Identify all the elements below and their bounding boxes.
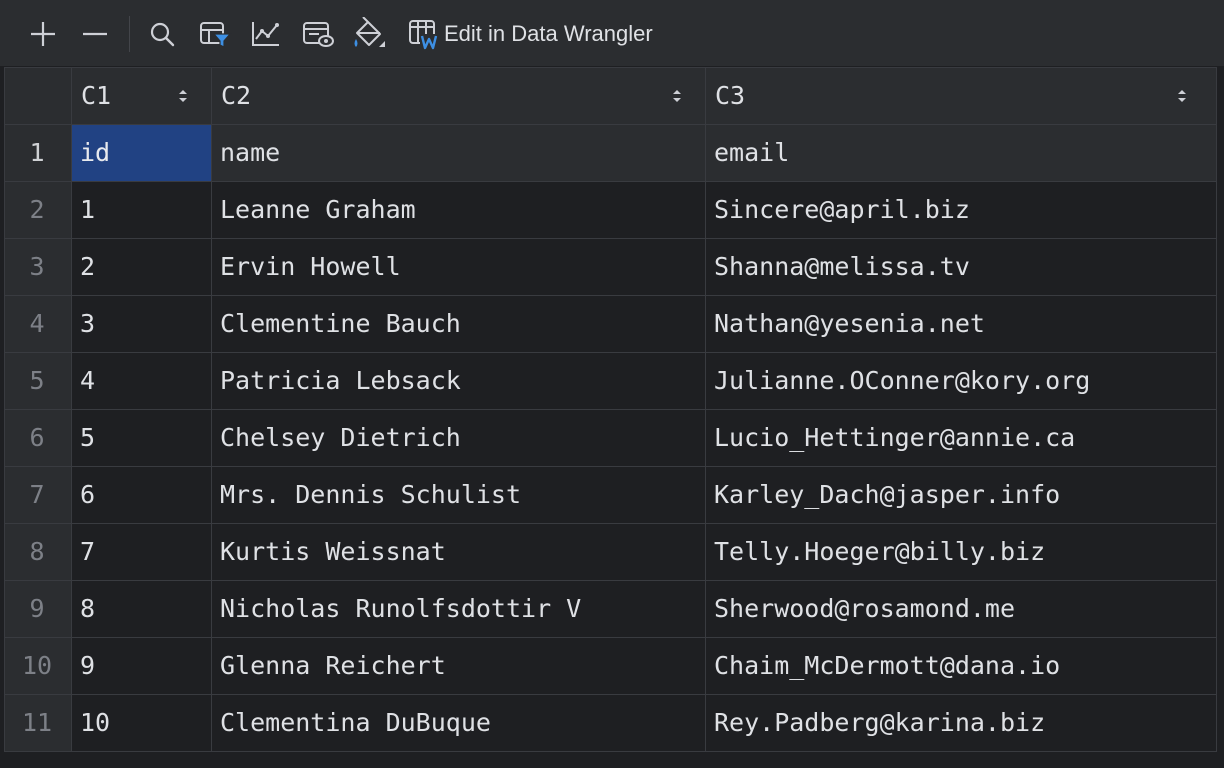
table-row: 4 3 Clementine Bauch Nathan@yesenia.net: [4, 295, 1217, 353]
toolbar-separator: [129, 16, 130, 52]
grid-cell-c1[interactable]: id: [71, 124, 212, 182]
row-number[interactable]: 9: [4, 580, 72, 638]
row-number[interactable]: 4: [4, 295, 72, 353]
search-icon: [150, 22, 175, 47]
view-button[interactable]: [298, 14, 338, 54]
grid-cell-c2[interactable]: Ervin Howell: [211, 238, 706, 296]
edit-in-data-wrangler-label: Edit in Data Wrangler: [444, 21, 653, 46]
table-row: 11 10 Clementina DuBuque Rey.Padberg@kar…: [4, 694, 1217, 752]
paint-bucket-icon: [354, 17, 385, 47]
minus-icon: [83, 32, 107, 36]
grid-cell-c2[interactable]: Leanne Graham: [211, 181, 706, 239]
grid-cell-c3[interactable]: Sincere@april.biz: [705, 181, 1217, 239]
chart-button[interactable]: [246, 14, 286, 54]
column-header-c3[interactable]: C3: [705, 67, 1217, 125]
add-row-button[interactable]: [23, 14, 63, 54]
table-view-icon: [303, 22, 334, 47]
table-row: 1 id name email: [4, 124, 1217, 182]
grid-cell-c3[interactable]: Sherwood@rosamond.me: [705, 580, 1217, 638]
filter-icon: [200, 22, 232, 48]
grid-cell-c1[interactable]: 5: [71, 409, 212, 467]
grid-cell-c3[interactable]: Telly.Hoeger@billy.biz: [705, 523, 1217, 581]
grid-cell-c3[interactable]: Shanna@melissa.tv: [705, 238, 1217, 296]
grid-cell-c3[interactable]: Karley_Dach@jasper.info: [705, 466, 1217, 524]
grid-cell-c2[interactable]: Kurtis Weissnat: [211, 523, 706, 581]
column-header-label: C2: [221, 81, 252, 110]
grid-cell-c3[interactable]: Chaim_McDermott@dana.io: [705, 637, 1217, 695]
column-header-c1[interactable]: C1: [71, 67, 212, 125]
remove-row-button[interactable]: [75, 14, 115, 54]
grid-corner: [4, 67, 72, 125]
row-number[interactable]: 1: [4, 124, 72, 182]
grid-cell-c1[interactable]: 2: [71, 238, 212, 296]
row-number[interactable]: 11: [4, 694, 72, 752]
column-header-label: C1: [81, 81, 112, 110]
grid-cell-c1[interactable]: 10: [71, 694, 212, 752]
table-row: 5 4 Patricia Lebsack Julianne.OConner@ko…: [4, 352, 1217, 410]
table-row: 10 9 Glenna Reichert Chaim_McDermott@dan…: [4, 637, 1217, 695]
sort-icon[interactable]: [671, 87, 683, 105]
row-number[interactable]: 10: [4, 637, 72, 695]
grid-cell-c3[interactable]: Lucio_Hettinger@annie.ca: [705, 409, 1217, 467]
sort-icon[interactable]: [177, 87, 189, 105]
filter-button[interactable]: [195, 14, 235, 54]
grid-cell-c2[interactable]: Glenna Reichert: [211, 637, 706, 695]
grid-cell-c1[interactable]: 7: [71, 523, 212, 581]
edit-in-data-wrangler-button[interactable]: Edit in Data Wrangler: [406, 14, 653, 54]
column-header-c2[interactable]: C2: [211, 67, 706, 125]
grid-cell-c2[interactable]: Patricia Lebsack: [211, 352, 706, 410]
grid-cell-c2[interactable]: Clementine Bauch: [211, 295, 706, 353]
grid-cell-c2[interactable]: Clementina DuBuque: [211, 694, 706, 752]
table-row: 6 5 Chelsey Dietrich Lucio_Hettinger@ann…: [4, 409, 1217, 467]
data-grid: C1 C2 C3 1 id name email 2 1 Leanne Grah…: [4, 67, 1217, 752]
grid-cell-c3[interactable]: Rey.Padberg@karina.biz: [705, 694, 1217, 752]
grid-cell-c2[interactable]: Chelsey Dietrich: [211, 409, 706, 467]
data-wrangler-icon: [409, 20, 438, 50]
grid-cell-c3[interactable]: Nathan@yesenia.net: [705, 295, 1217, 353]
grid-cell-c2[interactable]: Nicholas Runolfsdottir V: [211, 580, 706, 638]
header-row: C1 C2 C3: [4, 67, 1217, 125]
row-number[interactable]: 8: [4, 523, 72, 581]
grid-cell-c3[interactable]: Julianne.OConner@kory.org: [705, 352, 1217, 410]
column-header-label: C3: [715, 81, 746, 110]
grid-cell-c2[interactable]: Mrs. Dennis Schulist: [211, 466, 706, 524]
row-number[interactable]: 2: [4, 181, 72, 239]
grid-cell-c1[interactable]: 9: [71, 637, 212, 695]
plus-icon: [31, 22, 55, 46]
grid-cell-c3[interactable]: email: [705, 124, 1217, 182]
grid-cell-c1[interactable]: 3: [71, 295, 212, 353]
row-number[interactable]: 7: [4, 466, 72, 524]
grid-cell-c1[interactable]: 8: [71, 580, 212, 638]
grid-cell-c1[interactable]: 4: [71, 352, 212, 410]
toolbar: Edit in Data Wrangler: [0, 0, 1224, 67]
row-number[interactable]: 5: [4, 352, 72, 410]
paint-button[interactable]: [350, 14, 390, 54]
table-row: 2 1 Leanne Graham Sincere@april.biz: [4, 181, 1217, 239]
table-row: 7 6 Mrs. Dennis Schulist Karley_Dach@jas…: [4, 466, 1217, 524]
grid-cell-c2[interactable]: name: [211, 124, 706, 182]
table-row: 3 2 Ervin Howell Shanna@melissa.tv: [4, 238, 1217, 296]
table-row: 8 7 Kurtis Weissnat Telly.Hoeger@billy.b…: [4, 523, 1217, 581]
grid-cell-c1[interactable]: 6: [71, 466, 212, 524]
grid-cell-c1[interactable]: 1: [71, 181, 212, 239]
table-row: 9 8 Nicholas Runolfsdottir V Sherwood@ro…: [4, 580, 1217, 638]
sort-icon[interactable]: [1176, 87, 1188, 105]
search-button[interactable]: [142, 14, 182, 54]
row-number[interactable]: 3: [4, 238, 72, 296]
row-number[interactable]: 6: [4, 409, 72, 467]
line-chart-icon: [252, 22, 279, 46]
